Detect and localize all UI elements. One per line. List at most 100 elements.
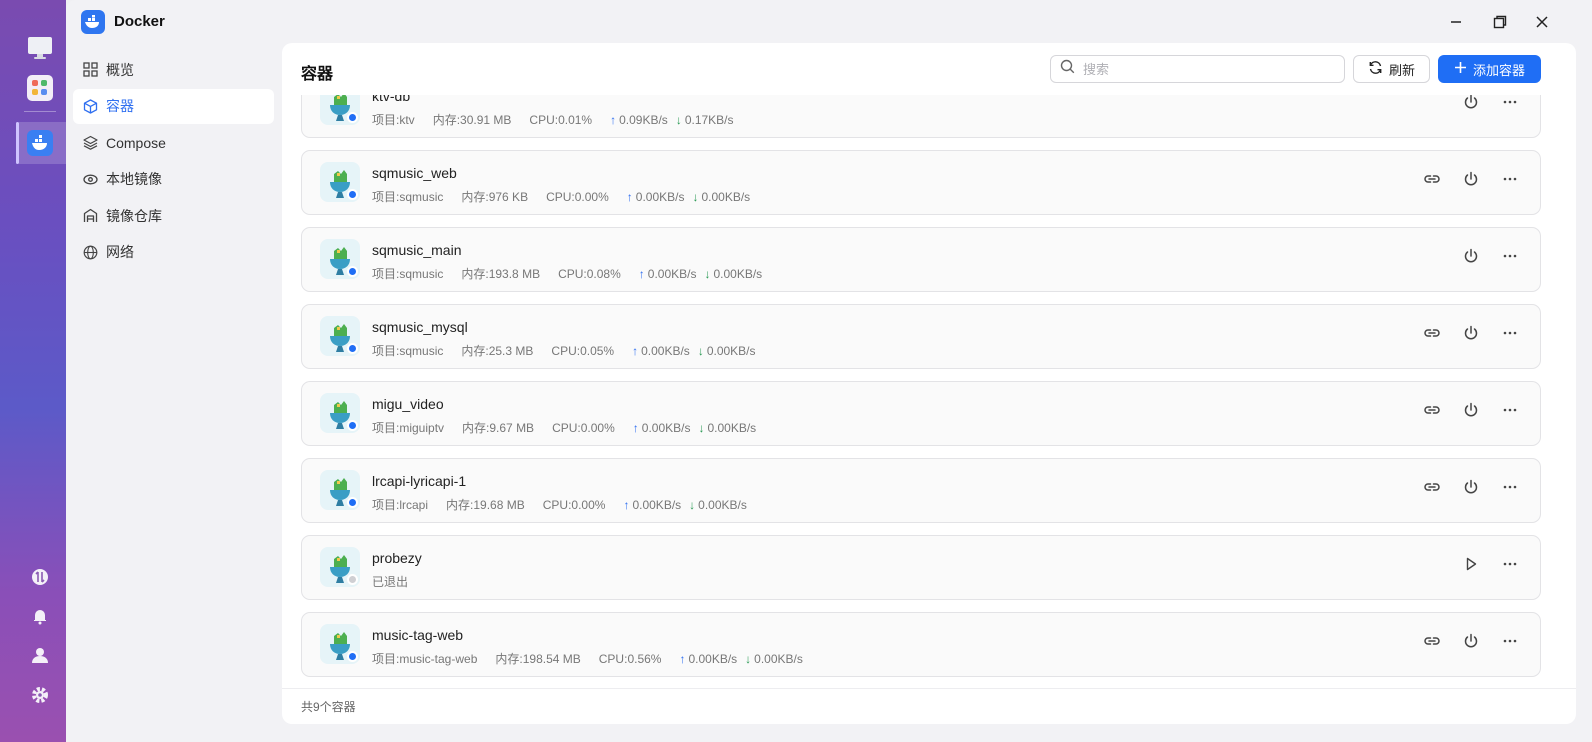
download-rate: 0.00KB/s	[698, 497, 747, 512]
docker-logo-icon	[81, 10, 105, 34]
container-status: 已退出	[372, 575, 409, 589]
project-value: miguiptv	[399, 420, 445, 435]
add-container-label: 添加容器	[1472, 62, 1525, 78]
more-icon	[1502, 325, 1518, 346]
sidebar-item-registry[interactable]: 镜像仓库	[73, 198, 274, 233]
project-label: 项目:	[372, 190, 400, 204]
sidebar-item-compose[interactable]: Compose	[73, 125, 274, 160]
user-icon[interactable]	[25, 640, 55, 670]
open-link-button[interactable]	[1422, 171, 1442, 191]
add-container-button[interactable]: 添加容器	[1438, 55, 1541, 83]
globe-icon	[82, 244, 98, 260]
memory-label: 内存:	[432, 113, 461, 127]
container-actions	[1461, 556, 1520, 576]
eye-icon	[82, 171, 98, 187]
sidebar-item-containers[interactable]: 容器	[73, 88, 274, 124]
download-arrow-icon: ↓	[704, 266, 711, 281]
power-button[interactable]	[1461, 402, 1481, 422]
upload-rate: 0.00KB/s	[647, 266, 697, 281]
upload-arrow-icon: ↑	[632, 420, 639, 435]
power-button[interactable]	[1461, 633, 1481, 653]
transfer-icon[interactable]	[25, 562, 55, 592]
container-meta: 项目: ktv 内存: 30.91 MB CPU: 0.01% ↑ 0.09KB/s ↓ 0…	[372, 111, 734, 128]
upload-rate: 0.00KB/s	[632, 497, 682, 512]
more-button[interactable]	[1500, 633, 1520, 653]
memory-label: 内存:	[495, 652, 523, 666]
memory-value: 198.54 MB	[522, 651, 581, 666]
more-button[interactable]	[1500, 479, 1520, 499]
app-center-icon[interactable]	[25, 73, 55, 103]
container-meta: 项目: sqmusic 内存: 976 KB CPU: 0.00% ↑ 0.00KB/s…	[372, 188, 750, 205]
memory-label: 内存:	[461, 344, 489, 358]
open-link-button[interactable]	[1422, 402, 1442, 422]
container-card[interactable]: migu_video 项目: miguiptv 内存: 9.67 MB CPU: 0.…	[301, 381, 1541, 446]
download-arrow-icon: ↓	[692, 189, 699, 204]
settings-gear-icon[interactable]	[25, 680, 55, 710]
container-card[interactable]: ktv-db 项目: ktv 内存: 30.91 MB CPU: 0.01% ↑ 0.09…	[301, 95, 1541, 138]
upload-arrow-icon: ↑	[638, 266, 645, 281]
cpu-label: CPU:	[546, 189, 575, 204]
more-button[interactable]	[1500, 402, 1520, 422]
close-button[interactable]	[1528, 10, 1556, 34]
container-card[interactable]: music-tag-web 项目: music-tag-web 内存: 198.54…	[301, 612, 1541, 677]
cpu-value: 0.05%	[580, 343, 615, 358]
desktop-icon[interactable]	[25, 33, 55, 63]
container-card[interactable]: sqmusic_web 项目: sqmusic 内存: 976 KB CPU: 0.0…	[301, 150, 1541, 215]
power-button[interactable]	[1461, 479, 1481, 499]
download-rate: 0.00KB/s	[713, 266, 763, 281]
container-card[interactable]: sqmusic_main 项目: sqmusic 内存: 193.8 MB CPU: …	[301, 227, 1541, 292]
project-label: 项目:	[372, 344, 400, 358]
sidebar-item-overview[interactable]: 概览	[73, 52, 274, 87]
project-value: music-tag-web	[399, 651, 478, 666]
more-button[interactable]	[1500, 325, 1520, 345]
bell-icon[interactable]	[25, 601, 55, 631]
power-icon	[1463, 95, 1479, 115]
sidebar-item-network[interactable]: 网络	[73, 235, 274, 270]
container-card[interactable]: probezy 已退出	[301, 535, 1541, 600]
more-button[interactable]	[1500, 171, 1520, 191]
sidebar-item-local-images[interactable]: 本地镜像	[73, 162, 274, 197]
more-icon	[1502, 479, 1518, 500]
more-button[interactable]	[1500, 248, 1520, 268]
status-dot	[347, 343, 358, 354]
power-button[interactable]	[1461, 95, 1481, 114]
play-icon	[1463, 556, 1479, 577]
download-rate: 0.00KB/s	[701, 189, 751, 204]
memory-label: 内存:	[461, 267, 489, 281]
power-icon	[1463, 633, 1479, 654]
power-button[interactable]	[1461, 248, 1481, 268]
container-name: migu_video	[372, 396, 444, 412]
search-box[interactable]	[1050, 55, 1345, 83]
status-dot	[347, 420, 358, 431]
open-link-button[interactable]	[1422, 633, 1442, 653]
cpu-value: 0.01%	[558, 112, 593, 127]
cpu-value: 0.00%	[571, 497, 606, 512]
open-link-button[interactable]	[1422, 325, 1442, 345]
docker-dock-icon[interactable]	[25, 128, 55, 158]
more-button[interactable]	[1500, 556, 1520, 576]
cube-icon	[82, 98, 98, 114]
project-value: sqmusic	[399, 343, 444, 358]
refresh-button[interactable]: 刷新	[1353, 55, 1430, 83]
search-input[interactable]	[1083, 61, 1323, 77]
container-actions	[1461, 248, 1520, 268]
power-button[interactable]	[1461, 325, 1481, 345]
power-button[interactable]	[1461, 171, 1481, 191]
minimize-button[interactable]	[1442, 10, 1470, 34]
maximize-button[interactable]	[1486, 10, 1514, 34]
container-card[interactable]: sqmusic_mysql 项目: sqmusic 内存: 25.3 MB CPU: …	[301, 304, 1541, 369]
warehouse-icon	[82, 208, 98, 224]
open-link-button[interactable]	[1422, 479, 1442, 499]
download-rate: 0.00KB/s	[707, 420, 757, 435]
container-meta: 项目: music-tag-web 内存: 198.54 MB CPU: 0.56%…	[372, 650, 803, 667]
upload-rate: 0.00KB/s	[641, 343, 690, 358]
more-icon	[1502, 171, 1518, 192]
search-icon	[1060, 59, 1075, 79]
container-card[interactable]: lrcapi-lyricapi-1 项目: lrcapi 内存: 19.68 MB C…	[301, 458, 1541, 523]
project-value: sqmusic	[399, 189, 444, 204]
layers-icon	[82, 135, 98, 151]
start-button[interactable]	[1461, 556, 1481, 576]
more-button[interactable]	[1500, 95, 1520, 114]
link-icon	[1423, 401, 1441, 424]
download-rate: 0.00KB/s	[754, 651, 803, 666]
